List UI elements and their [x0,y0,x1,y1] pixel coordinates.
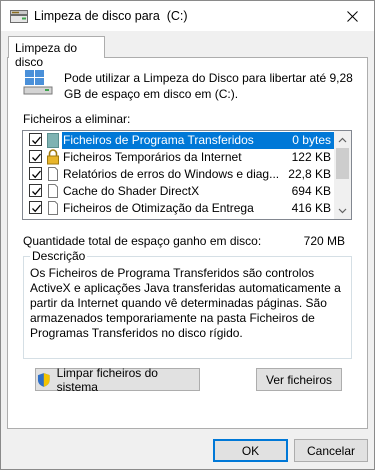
checkbox[interactable] [29,167,42,180]
scroll-up-button[interactable] [334,131,351,148]
list-item[interactable]: Ficheiros Temporários da Internet 122 KB [23,149,334,166]
ok-button[interactable]: OK [213,439,288,462]
shield-icon [37,372,50,387]
checkbox[interactable] [29,150,42,163]
cleanup-system-files-label: Limpar ficheiros do sistema [56,365,158,394]
list-item[interactable]: Relatórios de erros do Windows e diag...… [23,166,334,183]
view-files-label: Ver ficheiros [265,372,333,387]
list-item-size: 694 KB [291,184,331,198]
tab-label: Limpeza do disco [15,41,78,69]
checkbox[interactable] [29,133,42,146]
checkmark-icon [32,170,41,179]
checkbox[interactable] [29,184,42,197]
scroll-down-button[interactable] [334,202,351,219]
checkmark-icon [32,204,41,213]
document-icon [48,201,58,215]
list-item-size: 0 bytes [292,132,331,149]
view-files-button[interactable]: Ver ficheiros [256,368,342,391]
disk-cleanup-icon [10,10,28,23]
total-space-value: 720 MB [303,234,345,248]
checkmark-icon [32,187,41,196]
scroll-thumb[interactable] [336,148,349,179]
files-to-delete-label: Ficheiros a eliminar: [23,112,131,126]
list-item-size: 122 KB [291,150,331,164]
total-space-label: Quantidade total de espaço ganho em disc… [23,234,262,248]
lock-icon [47,149,59,165]
list-item[interactable]: Ficheiros de Otimização da Entrega 416 K… [23,200,334,217]
list-item-size: 416 KB [291,201,331,215]
window-title: Limpeza de disco para (C:) [34,9,188,23]
title-bar: Limpeza de disco para (C:) [1,1,374,31]
description-title: Descrição [30,249,88,263]
chevron-down-icon [338,208,347,213]
folder-icon [47,133,59,148]
list-item[interactable]: Ficheiros de Programa Transferidos 0 byt… [23,132,334,149]
list-item-size: 22,8 KB [288,167,331,181]
close-button[interactable] [330,1,374,31]
close-icon [346,10,358,22]
list-scrollbar[interactable] [334,131,351,219]
checkbox[interactable] [29,201,42,214]
tab-disk-cleanup[interactable]: Limpeza do disco [8,36,105,69]
list-item[interactable]: Cache do Shader DirectX 694 KB [23,183,334,200]
chevron-up-icon [338,137,347,142]
cleanup-system-files-button[interactable]: Limpar ficheiros do sistema [35,365,200,394]
cancel-label: Cancelar [306,443,356,458]
cancel-button[interactable]: Cancelar [294,439,368,462]
checkmark-icon [32,153,41,162]
drive-cleanup-icon [23,70,53,95]
ok-label: OK [241,443,260,458]
document-icon [48,167,58,181]
document-icon [48,184,58,198]
disk-cleanup-dialog: Limpeza de disco para (C:) Limpeza do di… [0,0,375,470]
description-text: Os Ficheiros de Programa Transferidos sã… [30,266,341,340]
checkmark-icon [32,136,41,145]
info-message: Pode utilizar a Limpeza do Disco para li… [64,71,353,101]
files-listbox[interactable]: Ficheiros de Programa Transferidos 0 byt… [22,130,352,220]
